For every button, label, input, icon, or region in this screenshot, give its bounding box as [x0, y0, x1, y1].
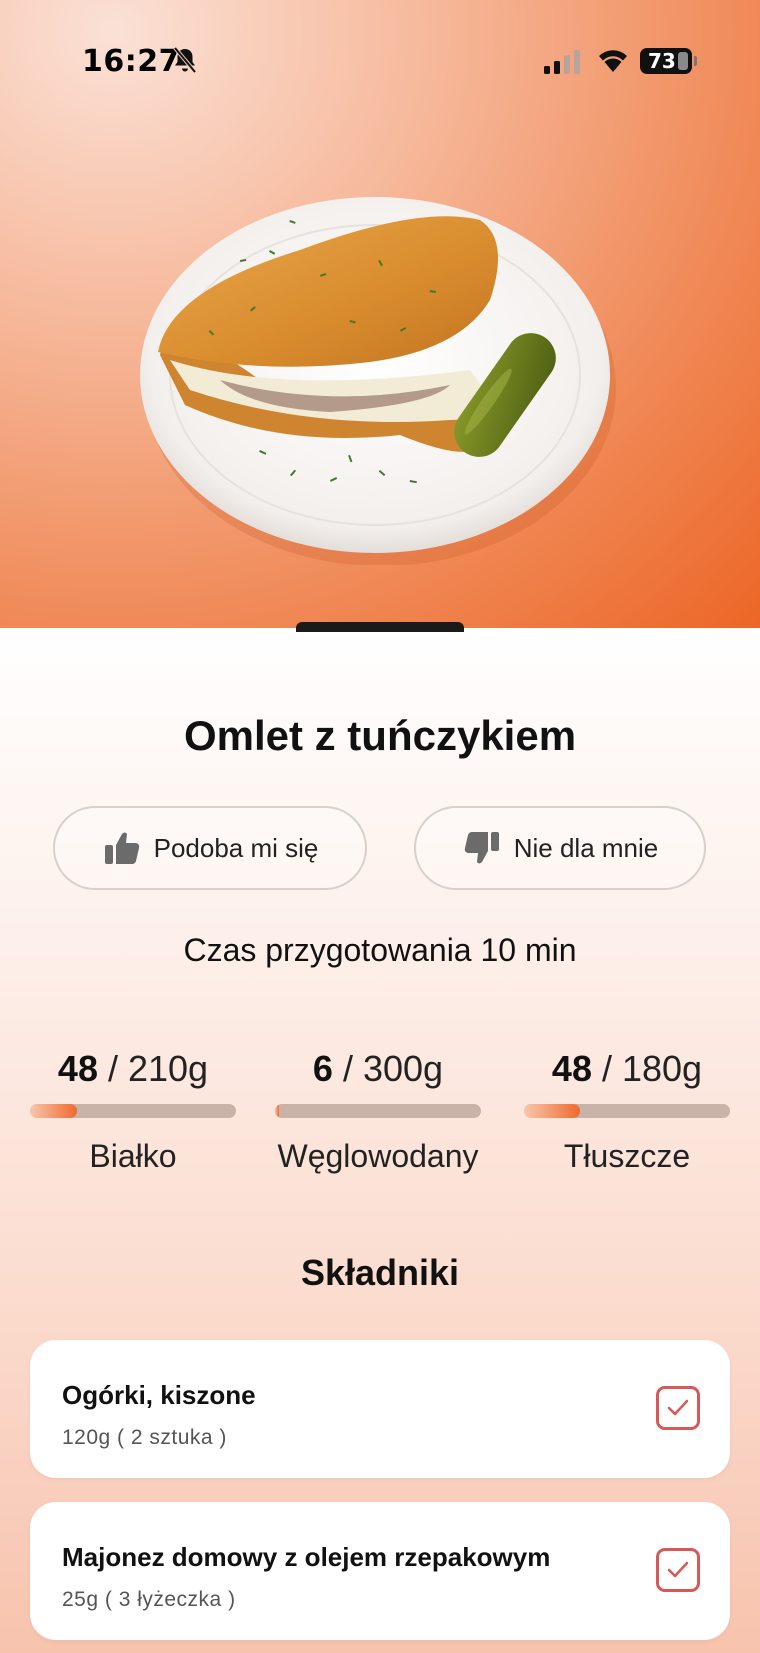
prep-time: Czas przygotowania 10 min: [183, 932, 577, 968]
recipe-title: Omlet z tuńczykiem: [183, 712, 577, 759]
ingredient-name: Majonez domowy z olejem rzepakowym: [62, 1542, 551, 1572]
macro-fat-bar: [524, 1104, 730, 1118]
sheet-drag-handle[interactable]: [296, 622, 464, 632]
ingredient-card[interactable]: Majonez domowy z olejem rzepakowym 25g (…: [30, 1502, 730, 1640]
ingredient-quantity: 120g ( 2 sztuka ): [62, 1426, 227, 1449]
signal-icon: [544, 50, 580, 74]
battery-icon: 73: [640, 48, 697, 74]
ingredients-heading: Składniki: [300, 1252, 460, 1293]
recipe-hero: 16:27 73: [0, 0, 760, 628]
thumbs-down-icon: [464, 832, 499, 864]
ingredient-name: Ogórki, kiszone: [62, 1380, 256, 1410]
macro-carbs-bar: [275, 1104, 481, 1118]
ingredient-card[interactable]: Ogórki, kiszone 120g ( 2 sztuka ): [30, 1340, 730, 1478]
dish-image: [140, 197, 616, 565]
status-bar: 16:27 73: [0, 0, 760, 120]
macro-carbs-label: Węglowodany: [277, 1138, 479, 1174]
macro-protein-label: Białko: [89, 1138, 177, 1174]
macro-carbs-values: 6 / 300g: [312, 1048, 444, 1089]
macro-fat-label: Tłuszcze: [563, 1138, 691, 1174]
like-label: Podoba mi się: [153, 832, 319, 863]
macro-fat-values: 48 / 180g: [551, 1048, 703, 1089]
checkmark-icon: [667, 1561, 689, 1578]
battery-level: 73: [648, 49, 676, 73]
macro-protein-values: 48 / 210g: [57, 1048, 209, 1089]
wifi-icon: [599, 50, 627, 72]
like-button[interactable]: Podoba mi się: [53, 806, 367, 890]
ingredient-checkbox[interactable]: [656, 1548, 700, 1592]
clock: 16:27: [82, 44, 180, 79]
dislike-button[interactable]: Nie dla mnie: [414, 806, 706, 890]
checkmark-icon: [667, 1399, 689, 1416]
macro-carbs: 6 / 300g Węglowodany: [273, 1048, 483, 1175]
dislike-label: Nie dla mnie: [513, 832, 659, 863]
ingredient-quantity: 25g ( 3 łyżeczka ): [62, 1588, 236, 1611]
macro-fat: 48 / 180g Tłuszcze: [522, 1048, 732, 1175]
thumbs-up-icon: [104, 832, 139, 864]
macro-protein-bar: [30, 1104, 236, 1118]
bell-off-icon: [173, 46, 197, 74]
ingredient-checkbox[interactable]: [656, 1386, 700, 1430]
macro-protein: 48 / 210g Białko: [28, 1048, 238, 1175]
